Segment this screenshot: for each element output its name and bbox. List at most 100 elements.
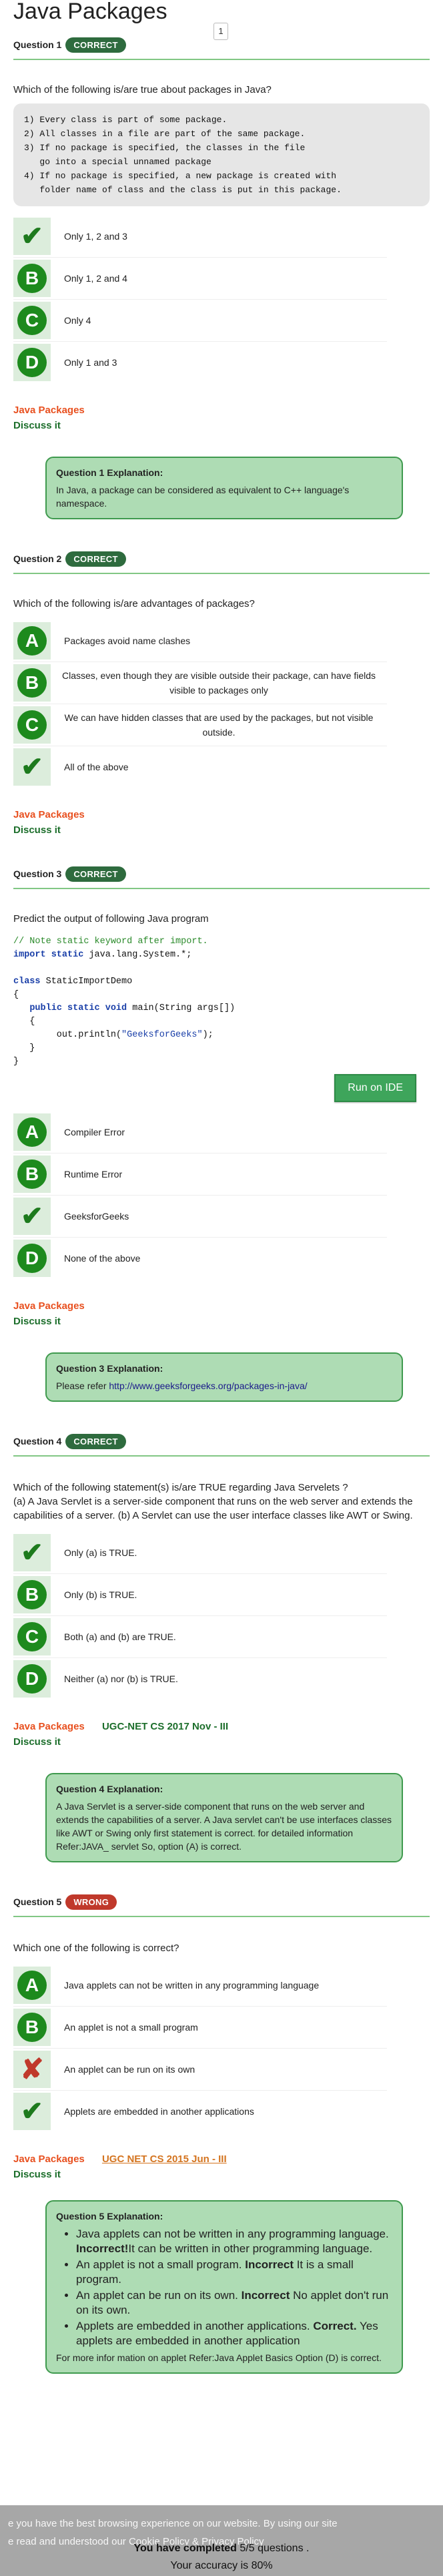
option-letter: B [17,1160,47,1189]
option-marker: ✔ [13,218,51,255]
code-text: java.lang.System.*; [83,950,192,960]
option-c[interactable]: ✔ GeeksforGeeks [13,1195,387,1237]
question-text: Predict the output of following Java pro… [13,913,209,925]
option-letter: A [17,626,47,656]
question-text: Which of the following statement(s) is/a… [13,1482,413,1521]
discuss-link[interactable]: Discuss it [13,2169,430,2180]
option-b[interactable]: B Runtime Error [13,1153,387,1195]
option-marker: B [13,1576,51,1613]
bullet-tail: It can be written in other programming l… [128,2242,373,2255]
explanation-item: Applets are embedded in another applicat… [76,2319,392,2348]
option-letter: B [17,264,47,293]
question-header: Question 3 CORRECT [13,862,430,885]
explanation-title: Question 3 Explanation: [56,1363,163,1374]
explanation-item: An applet is not a small program. Incorr… [76,2258,392,2287]
explanation-link[interactable]: http://www.geeksforgeeks.org/packages-in… [109,1380,307,1391]
run-wrap: Run on IDE [13,1074,416,1102]
option-letter: D [17,1244,47,1273]
options-list: A Packages avoid name clashes B Classes,… [13,620,387,788]
exam-tag-link[interactable]: UGC NET CS 2015 Jun - III [102,2153,227,2165]
option-d[interactable]: ✔ All of the above [13,746,387,788]
option-marker: ✔ [13,2093,51,2130]
cookie-line-1: e you have the best browsing experience … [8,2518,338,2529]
question-1: Question 1 CORRECT Which of the followin… [13,33,430,519]
divider [13,573,430,574]
option-d[interactable]: D Neither (a) nor (b) is TRUE. [13,1657,387,1700]
option-marker: D [13,1660,51,1698]
option-marker: ✔ [13,1198,51,1235]
option-c[interactable]: ✘ An applet can be run on its own [13,2048,387,2090]
code-string: "GeeksforGeeks" [121,1030,203,1040]
accuracy-prefix: Your accuracy is [170,2560,252,2571]
option-marker: ✔ [13,1534,51,1571]
bullet-text: An applet is not a small program. [76,2258,246,2271]
divider [13,1916,430,1917]
completion-text: You have completed 5/5 questions . [0,2540,443,2557]
accuracy-value: 80% [251,2560,273,2571]
options-list: ✔ Only 1, 2 and 3 B Only 1, 2 and 4 C On… [13,216,387,383]
topic-link[interactable]: Java Packages [13,2153,85,2165]
option-text: Only 1, 2 and 4 [64,273,127,284]
cross-icon: ✘ [20,2053,44,2085]
option-text: GeeksforGeeks [64,1211,129,1222]
discuss-link[interactable]: Discuss it [13,1736,430,1748]
code-text: main(String args[]) [127,1003,236,1013]
question-3: Question 3 CORRECT Predict the output of… [13,836,430,1402]
option-a[interactable]: A Compiler Error [13,1111,387,1153]
code-comment: // Note static keyword after import. [13,937,208,947]
exam-tag-link[interactable]: UGC-NET CS 2017 Nov - III [102,1721,228,1732]
option-c[interactable]: C Only 4 [13,299,387,341]
option-b[interactable]: B Only (b) is TRUE. [13,1573,387,1615]
topic-link[interactable]: Java Packages [13,1721,85,1732]
option-text: Only 1, 2 and 3 [64,231,127,242]
options-list: ✔ Only (a) is TRUE. B Only (b) is TRUE. … [13,1532,387,1700]
explanation-text: Please refer http://www.geeksforgeeks.or… [56,1379,392,1392]
option-marker: B [13,664,51,702]
accuracy-text: Your accuracy is 80% [0,2557,443,2575]
option-text: An applet is not a small program [64,2022,198,2033]
score-prefix: You have completed [133,2543,240,2554]
option-b[interactable]: B An applet is not a small program [13,2006,387,2048]
explanation-title: Question 1 Explanation: [56,467,163,478]
page-number-button[interactable]: 1 [213,23,228,40]
option-b[interactable]: B Classes, even though they are visible … [13,662,387,704]
option-d[interactable]: ✔ Applets are embedded in another applic… [13,2090,387,2132]
cookie-bar: e you have the best browsing experience … [0,2505,443,2576]
topic-link[interactable]: Java Packages [13,405,85,416]
explanation-text: In Java, a package can be considered as … [56,485,350,509]
discuss-link[interactable]: Discuss it [13,824,430,836]
option-c[interactable]: C We can have hidden classes that are us… [13,704,387,746]
option-marker: A [13,1113,51,1151]
explanation-title: Question 4 Explanation: [56,1784,163,1794]
explanation-box: Question 5 Explanation: Java applets can… [45,2200,403,2374]
status-badge: CORRECT [65,866,126,882]
topic-link[interactable]: Java Packages [13,1300,85,1312]
option-a[interactable]: A Packages avoid name clashes [13,620,387,662]
code-keyword: class [13,977,41,987]
option-a[interactable]: ✔ Only (a) is TRUE. [13,1532,387,1573]
status-badge: CORRECT [65,37,126,53]
question-label: Question 1 [13,39,62,50]
option-b[interactable]: B Only 1, 2 and 4 [13,257,387,299]
option-c[interactable]: C Both (a) and (b) are TRUE. [13,1615,387,1657]
run-on-ide-button[interactable]: Run on IDE [334,1074,416,1102]
option-marker: ✘ [13,2051,51,2088]
option-d[interactable]: D None of the above [13,1237,387,1279]
topic-link[interactable]: Java Packages [13,809,85,820]
option-text: Classes, even though they are visible ou… [61,670,376,696]
code-text: { [13,990,19,1000]
option-d[interactable]: D Only 1 and 3 [13,341,387,383]
option-letter: B [17,1580,47,1609]
bullet-verdict: Incorrect [245,2258,294,2271]
option-marker: A [13,622,51,660]
option-text: Java applets can not be written in any p… [64,1980,320,1991]
option-text: An applet can be run on its own [64,2064,195,2075]
option-a[interactable]: A Java applets can not be written in any… [13,1965,387,2006]
discuss-link[interactable]: Discuss it [13,1316,430,1327]
topic-line: Java Packages [13,1300,430,1312]
option-a[interactable]: ✔ Only 1, 2 and 3 [13,216,387,257]
option-text: Only (a) is TRUE. [64,1547,137,1558]
explanation-prefix: Please refer [56,1380,109,1391]
discuss-link[interactable]: Discuss it [13,420,430,431]
